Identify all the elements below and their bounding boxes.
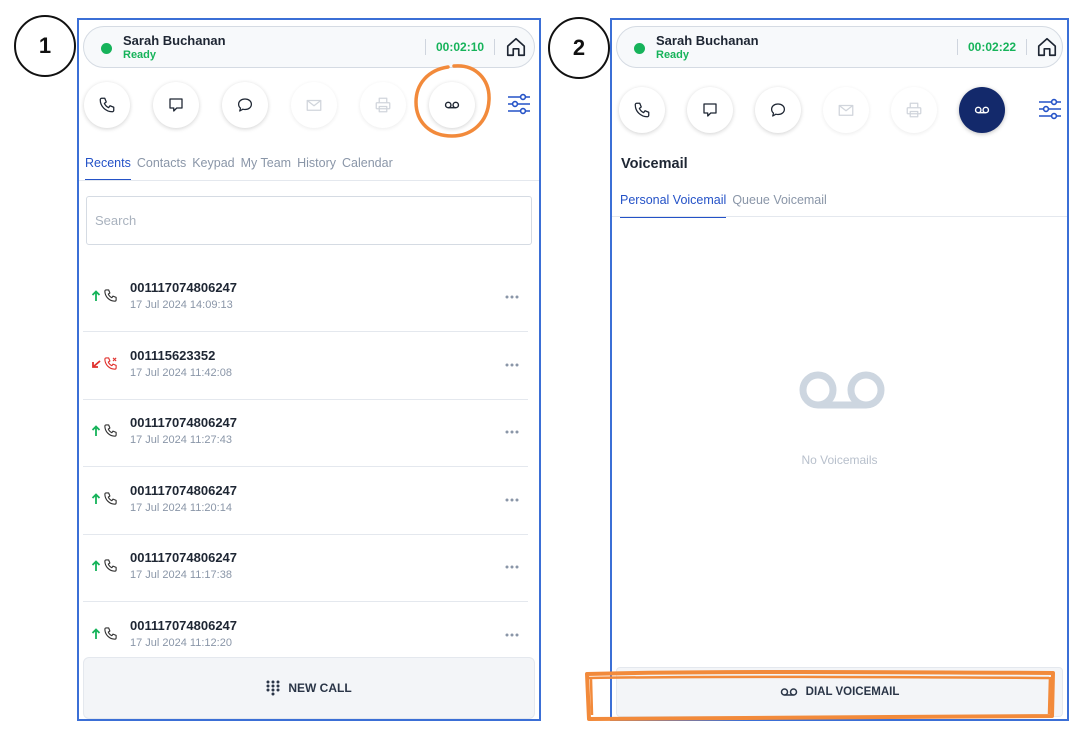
new-call-button[interactable]: NEW CALL — [83, 657, 535, 719]
phone-icon — [99, 97, 115, 113]
outgoing-arrow-icon — [91, 492, 101, 504]
sms-button[interactable] — [153, 82, 199, 128]
call-number: 001117074806247 — [130, 550, 238, 565]
agent-state[interactable]: Ready — [656, 49, 689, 61]
call-number: 001117074806247 — [130, 415, 238, 430]
tab-contacts[interactable]: Contacts — [137, 156, 186, 181]
more-options-icon[interactable] — [504, 424, 520, 440]
tab-keypad[interactable]: Keypad — [192, 156, 234, 181]
phone-icon — [634, 102, 650, 118]
email-button[interactable] — [291, 82, 337, 128]
phone-button[interactable] — [619, 87, 665, 133]
chat-bubble-icon — [237, 98, 253, 112]
call-icon — [104, 289, 117, 302]
tab-my-team[interactable]: My Team — [241, 156, 291, 181]
search-input[interactable] — [86, 196, 532, 245]
dial-voicemail-button[interactable]: DIAL VOICEMAIL — [616, 667, 1063, 717]
chat-bubble-icon — [770, 103, 786, 117]
chat-button[interactable] — [755, 87, 801, 133]
fax-button[interactable] — [891, 87, 937, 133]
page-title: Voicemail — [621, 156, 688, 172]
voicemail-tab-bar: Personal Voicemail Queue Voicemail — [620, 193, 1067, 218]
call-timestamp: 17 Jul 2024 11:42:08 — [130, 366, 232, 379]
call-number: 001117074806247 — [130, 280, 238, 295]
call-row[interactable]: 001117074806247 17 Jul 2024 11:27:43 — [83, 400, 528, 467]
mail-icon — [838, 104, 854, 116]
call-icon — [104, 491, 117, 505]
sms-button[interactable] — [687, 87, 733, 133]
voicemail-button-active[interactable] — [959, 87, 1005, 133]
session-timer: 00:02:10 — [425, 39, 496, 55]
call-row[interactable]: 001117074806247 17 Jul 2024 11:17:38 — [83, 535, 528, 602]
settings-sliders-icon[interactable] — [507, 92, 531, 116]
agent-status-bar: Sarah Buchanan Ready 00:02:22 — [616, 26, 1063, 68]
outgoing-arrow-icon — [91, 290, 101, 301]
call-timestamp: 17 Jul 2024 11:27:43 — [130, 434, 232, 446]
home-icon[interactable] — [505, 36, 527, 58]
call-number: 001117074806247 — [130, 482, 238, 498]
softphone-panel-recents: Sarah Buchanan Ready 00:02:10 Recents Co… — [77, 18, 541, 721]
tab-calendar[interactable]: Calendar — [342, 156, 393, 181]
dial-voicemail-label: DIAL VOICEMAIL — [805, 686, 900, 698]
tab-divider — [612, 216, 1067, 217]
missed-arrow-icon — [92, 359, 101, 368]
recents-tab-bar: Recents Contacts Keypad My Team History … — [85, 156, 539, 181]
more-options-icon[interactable] — [504, 627, 520, 643]
voicemail-icon — [444, 101, 460, 109]
printer-icon — [906, 102, 922, 118]
voicemail-icon — [974, 106, 990, 114]
softphone-panel-voicemail: Sarah Buchanan Ready 00:02:22 Voicemail … — [610, 18, 1069, 721]
keypad-icon — [266, 680, 280, 696]
voicemail-icon — [780, 688, 797, 696]
call-icon — [104, 559, 117, 572]
home-icon[interactable] — [1036, 36, 1058, 58]
call-icon — [104, 626, 117, 640]
step-2-badge: 2 — [548, 17, 610, 79]
more-options-icon[interactable] — [504, 289, 520, 305]
call-row[interactable]: 001115623352 17 Jul 2024 11:42:08 — [83, 333, 528, 400]
message-square-icon — [703, 103, 717, 117]
tab-queue-voicemail[interactable]: Queue Voicemail — [732, 193, 827, 218]
agent-name: Sarah Buchanan — [123, 33, 226, 48]
call-icon — [104, 424, 117, 437]
tab-personal-voicemail[interactable]: Personal Voicemail — [620, 193, 727, 218]
fax-button[interactable] — [360, 82, 406, 128]
ready-status-dot — [634, 43, 645, 54]
call-timestamp: 17 Jul 2024 11:12:20 — [130, 636, 232, 649]
email-button[interactable] — [823, 87, 869, 133]
session-timer: 00:02:22 — [957, 39, 1028, 55]
call-row[interactable]: 001117074806247 17 Jul 2024 11:20:14 — [83, 468, 528, 535]
agent-state[interactable]: Ready — [123, 49, 156, 61]
phone-button[interactable] — [84, 82, 130, 128]
settings-sliders-icon[interactable] — [1038, 97, 1062, 121]
call-number: 001117074806247 — [130, 617, 238, 633]
tab-recents[interactable]: Recents — [85, 156, 131, 181]
agent-name: Sarah Buchanan — [656, 33, 759, 48]
message-square-icon — [169, 98, 183, 112]
agent-status-bar: Sarah Buchanan Ready 00:02:10 — [83, 26, 535, 68]
new-call-label: NEW CALL — [288, 681, 352, 695]
tab-history[interactable]: History — [297, 156, 336, 181]
outgoing-arrow-icon — [91, 627, 101, 639]
outgoing-arrow-icon — [91, 560, 101, 571]
more-options-icon[interactable] — [504, 357, 520, 373]
call-timestamp: 17 Jul 2024 11:20:14 — [130, 501, 232, 514]
step-1-badge: 1 — [14, 15, 76, 77]
more-options-icon[interactable] — [504, 492, 520, 508]
printer-icon — [375, 97, 391, 113]
voicemail-empty-icon — [799, 371, 885, 409]
call-timestamp: 17 Jul 2024 11:17:38 — [130, 569, 232, 581]
mail-icon — [306, 99, 322, 111]
empty-state-text: No Voicemails — [801, 453, 878, 467]
voicemail-button[interactable] — [429, 82, 475, 128]
call-number: 001115623352 — [130, 347, 216, 363]
call-timestamp: 17 Jul 2024 14:09:13 — [130, 299, 233, 311]
call-row[interactable]: 001117074806247 17 Jul 2024 14:09:13 — [83, 265, 528, 332]
more-options-icon[interactable] — [504, 559, 520, 575]
ready-status-dot — [101, 43, 112, 54]
tab-divider — [79, 180, 539, 181]
missed-call-icon — [104, 356, 117, 370]
outgoing-arrow-icon — [91, 425, 101, 436]
chat-button[interactable] — [222, 82, 268, 128]
